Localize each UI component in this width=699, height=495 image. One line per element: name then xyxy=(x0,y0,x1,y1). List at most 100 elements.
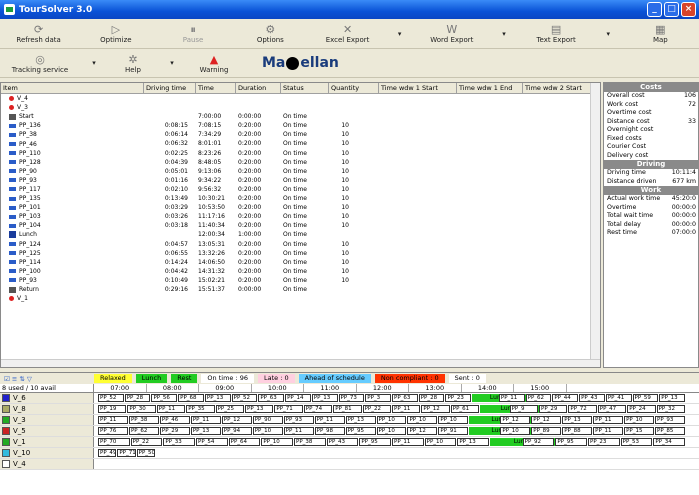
table-row[interactable]: PP_128 0:04:39 8:48:05 0:20:00 On time 10 xyxy=(1,158,600,167)
stop-block[interactable]: PP_22 xyxy=(130,438,163,446)
stop-block[interactable]: PP_14 xyxy=(285,394,311,402)
stop-block[interactable]: PP_93 xyxy=(655,416,685,424)
table-row[interactable]: PP_117 0:02:10 9:56:32 0:20:00 On time 10 xyxy=(1,185,600,194)
stop-block[interactable]: PP_95 xyxy=(359,438,391,446)
stop-block[interactable]: PP_92 xyxy=(522,438,555,446)
stop-block[interactable]: PP_25 xyxy=(215,405,244,413)
stop-block[interactable]: PP_62 xyxy=(525,394,552,402)
tracking-dropdown[interactable]: ▾ xyxy=(80,49,108,77)
stop-block[interactable]: PP_10 xyxy=(261,438,293,446)
stop-block[interactable]: PP_52 xyxy=(231,394,258,402)
table-row[interactable]: PP_104 0:03:18 11:40:34 0:20:00 On time 10 xyxy=(1,221,600,230)
table-row[interactable]: PP_93 0:10:49 15:02:21 0:20:00 On time 10 xyxy=(1,276,600,285)
stop-block[interactable]: PP_13 xyxy=(190,427,221,435)
table-row[interactable]: PP_114 0:14:24 14:06:50 0:20:00 On time 10 xyxy=(1,258,600,267)
map-button[interactable]: ▦ Map xyxy=(622,19,699,48)
stop-block[interactable]: PP_10 xyxy=(376,416,407,424)
gantt-row[interactable]: V_5 PP_76 PP_62 PP_29 PP_13 PP_94 PP_10 PP_11 PP… xyxy=(0,426,699,437)
table-row[interactable]: V_1 xyxy=(1,294,600,303)
table-row[interactable]: PP_135 0:13:49 10:30:21 0:20:00 On time 10 xyxy=(1,194,600,203)
stop-block[interactable]: PP_11 xyxy=(190,416,221,424)
stop-block[interactable]: PP_89 xyxy=(531,427,562,435)
maximize-button[interactable]: □ xyxy=(664,2,679,17)
stop-block[interactable]: PP_95 xyxy=(345,427,376,435)
stop-block[interactable]: PP_94 xyxy=(221,427,252,435)
gantt-row[interactable]: V_3 PP_11 PP_38 PP_46 PP_11 PP_12 PP_90 PP_93 PP… xyxy=(0,415,699,426)
table-row[interactable]: PP_136 0:08:15 7:08:15 0:20:00 On time 10 xyxy=(1,121,600,130)
stop-block[interactable]: PP_24 xyxy=(627,405,656,413)
stop-block[interactable]: PP_62 xyxy=(128,427,159,435)
gantt-row[interactable]: V_6 PP_52 PP_28 PP_56 PP_68 PP_13 PP_52 PP_63 PP… xyxy=(0,393,699,404)
table-row[interactable]: PP_38 0:06:14 7:34:29 0:20:00 On time 10 xyxy=(1,130,600,139)
stop-block[interactable]: PP_11 xyxy=(498,394,525,402)
stop-block[interactable]: PP_11 xyxy=(593,416,624,424)
stop-block[interactable]: PP_47 xyxy=(597,405,627,413)
options-button[interactable]: ⚙ Options xyxy=(232,19,309,48)
help-dropdown[interactable]: ▾ xyxy=(158,49,186,77)
stop-block[interactable]: PP_50 xyxy=(136,449,155,457)
grid-horizontal-scrollbar[interactable] xyxy=(1,359,600,367)
vehicle-label[interactable]: V_4 xyxy=(0,459,94,469)
column-header[interactable]: Time wdw 1 Start xyxy=(379,83,457,93)
stop-block[interactable]: PP_46 xyxy=(159,416,190,424)
gantt-row[interactable]: V_4 xyxy=(0,459,699,470)
stop-block[interactable]: PP_38 xyxy=(128,416,159,424)
stop-block[interactable]: PP_68 xyxy=(178,394,204,402)
stop-block[interactable]: PP_13 xyxy=(345,416,376,424)
stop-block[interactable]: PP_10 xyxy=(624,416,655,424)
stop-block[interactable]: PP_41 xyxy=(605,394,632,402)
stop-block[interactable]: PP_12 xyxy=(407,427,438,435)
stop-block[interactable]: PP_10 xyxy=(424,438,457,446)
stop-block[interactable]: PP_10 xyxy=(252,427,283,435)
table-row[interactable]: PP_124 0:04:57 13:05:31 0:20:00 On time 10 xyxy=(1,240,600,249)
vehicle-label[interactable]: V_5 xyxy=(0,426,94,436)
table-row[interactable]: PP_125 0:06:55 13:32:26 0:20:00 On time 10 xyxy=(1,249,600,258)
stop-block[interactable]: PP_12 xyxy=(531,416,562,424)
stop-block[interactable]: PP_23 xyxy=(588,438,620,446)
stop-block[interactable]: PP_43 xyxy=(579,394,605,402)
stop-block[interactable]: PP_73 xyxy=(338,394,365,402)
table-row[interactable]: PP_93 0:01:16 9:34:22 0:20:00 On time 10 xyxy=(1,176,600,185)
stop-block[interactable]: PP_30 xyxy=(127,405,156,413)
stop-block[interactable]: PP_43 xyxy=(326,438,359,446)
stop-block[interactable]: PP_90 xyxy=(252,416,283,424)
column-header[interactable]: Status xyxy=(281,83,329,93)
stop-block[interactable]: PP_63 xyxy=(392,394,418,402)
stop-block[interactable]: PP_10 xyxy=(376,427,407,435)
vehicle-label[interactable]: V_10 xyxy=(0,448,94,458)
column-header[interactable]: Time wdw 2 Start xyxy=(523,83,598,93)
stop-block[interactable]: PP_15 xyxy=(624,427,655,435)
minimize-button[interactable]: _ xyxy=(647,2,662,17)
stop-block[interactable]: PP_70 xyxy=(98,438,130,446)
stop-block[interactable]: PP_53 xyxy=(620,438,653,446)
column-header[interactable]: Duration xyxy=(236,83,281,93)
table-row[interactable]: PP_46 0:06:32 8:01:01 0:20:00 On time 10 xyxy=(1,139,600,148)
vehicle-label[interactable]: V_6 xyxy=(0,393,94,403)
stop-block[interactable]: PP_19 xyxy=(98,405,127,413)
warning-button[interactable]: ▲ Warning xyxy=(186,49,242,77)
stop-block[interactable]: PP_49 xyxy=(98,449,117,457)
stop-block[interactable]: PP_10 xyxy=(438,416,469,424)
word-export-button[interactable]: W Word Export xyxy=(413,19,490,48)
text-export-button[interactable]: ▤ Text Export xyxy=(517,19,594,48)
stop-block[interactable]: PP_13 xyxy=(245,405,274,413)
stop-block[interactable]: PP_34 xyxy=(653,438,685,446)
stop-block[interactable]: PP_93 xyxy=(283,416,314,424)
stop-block[interactable]: PP_76 xyxy=(98,427,128,435)
stop-block[interactable]: PP_3 xyxy=(365,394,391,402)
stop-block[interactable]: PP_95 xyxy=(555,438,587,446)
stop-block[interactable]: PP_28 xyxy=(124,394,151,402)
stop-block[interactable]: PP_11 xyxy=(156,405,186,413)
grid-vertical-scrollbar[interactable] xyxy=(590,83,600,367)
stop-block[interactable]: PP_13 xyxy=(457,438,489,446)
stop-block[interactable]: PP_52 xyxy=(98,394,124,402)
stop-block[interactable]: PP_61 xyxy=(450,405,480,413)
stop-block[interactable]: PP_35 xyxy=(186,405,215,413)
gantt-row[interactable]: V_8 PP_19 PP_30 PP_11 PP_35 PP_25 PP_13 PP_71 PP… xyxy=(0,404,699,415)
stop-block[interactable]: PP_13 xyxy=(311,394,338,402)
stop-block[interactable]: PP_81 xyxy=(333,405,362,413)
stop-block[interactable]: PP_38 xyxy=(294,438,326,446)
stop-block[interactable]: PP_11 xyxy=(314,416,345,424)
help-button[interactable]: ✲ Help xyxy=(108,49,158,77)
table-row[interactable]: V_3 xyxy=(1,103,600,112)
